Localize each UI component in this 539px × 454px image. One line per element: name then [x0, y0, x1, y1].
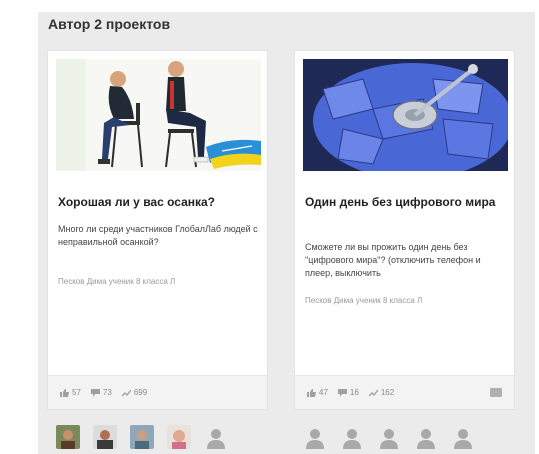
participants-row	[303, 420, 488, 454]
project-stats: 57 73 699	[48, 375, 267, 409]
participant-avatar[interactable]	[167, 425, 191, 449]
participant-avatar[interactable]	[414, 425, 438, 449]
participant-avatar[interactable]	[303, 425, 327, 449]
user-placeholder-icon	[340, 425, 364, 449]
comment-icon	[90, 388, 100, 397]
participant-avatar[interactable]	[204, 425, 228, 449]
mail-icon[interactable]	[490, 388, 502, 397]
posture-photo-icon	[56, 59, 261, 171]
views-count: 162	[380, 388, 395, 397]
participant-avatar[interactable]	[451, 425, 475, 449]
likes-stat[interactable]: 47	[307, 388, 328, 397]
likes-count: 47	[319, 388, 328, 397]
likes-stat[interactable]: 57	[60, 388, 81, 397]
avatar-photo-icon	[130, 425, 154, 449]
thumbs-up-icon	[307, 388, 316, 397]
thumbs-up-icon	[60, 388, 69, 397]
comments-count: 73	[102, 388, 112, 397]
user-placeholder-icon	[451, 425, 475, 449]
participant-avatar[interactable]	[56, 425, 80, 449]
participant-avatar[interactable]	[340, 425, 364, 449]
comments-stat[interactable]: 16	[337, 388, 359, 397]
project-author[interactable]: Песков Дима ученик 8 класса Л	[305, 296, 505, 305]
views-stat: 162	[368, 388, 395, 397]
projects-panel: Автор 2 проектов Хорошая ли у вас осанка…	[0, 0, 539, 454]
participant-avatar[interactable]	[130, 425, 154, 449]
trend-icon	[368, 389, 378, 396]
likes-count: 57	[72, 388, 81, 397]
views-stat: 699	[121, 388, 148, 397]
project-image[interactable]	[56, 59, 261, 171]
user-placeholder-icon	[377, 425, 401, 449]
trend-icon	[121, 389, 131, 396]
project-title[interactable]: Один день без цифрового мира	[305, 193, 505, 211]
broken-disk-photo-icon	[303, 59, 508, 171]
avatar-photo-icon	[93, 425, 117, 449]
project-description: Много ли среди участников ГлобалЛаб люде…	[58, 224, 258, 247]
participants-row	[56, 420, 241, 454]
views-count: 699	[133, 388, 148, 397]
project-author[interactable]: Песков Дима ученик 8 класса Л	[58, 277, 258, 286]
project-description: Сможете ли вы прожить один день без "циф…	[305, 242, 481, 278]
section-title: Автор 2 проектов	[48, 16, 171, 32]
comments-count: 16	[349, 388, 359, 397]
project-image[interactable]	[303, 59, 508, 171]
user-placeholder-icon	[204, 425, 228, 449]
comment-icon	[337, 388, 347, 397]
user-placeholder-icon	[303, 425, 327, 449]
avatar-photo-icon	[167, 425, 191, 449]
comments-stat[interactable]: 73	[90, 388, 112, 397]
participant-avatar[interactable]	[93, 425, 117, 449]
project-card[interactable]: Один день без цифрового мира Сможете ли …	[294, 50, 515, 410]
participant-avatar[interactable]	[377, 425, 401, 449]
user-placeholder-icon	[414, 425, 438, 449]
project-stats: 47 16 162	[295, 375, 514, 409]
avatar-photo-icon	[56, 425, 80, 449]
project-title[interactable]: Хорошая ли у вас осанка?	[58, 193, 258, 211]
project-card[interactable]: Хорошая ли у вас осанка? Много ли среди …	[47, 50, 268, 410]
